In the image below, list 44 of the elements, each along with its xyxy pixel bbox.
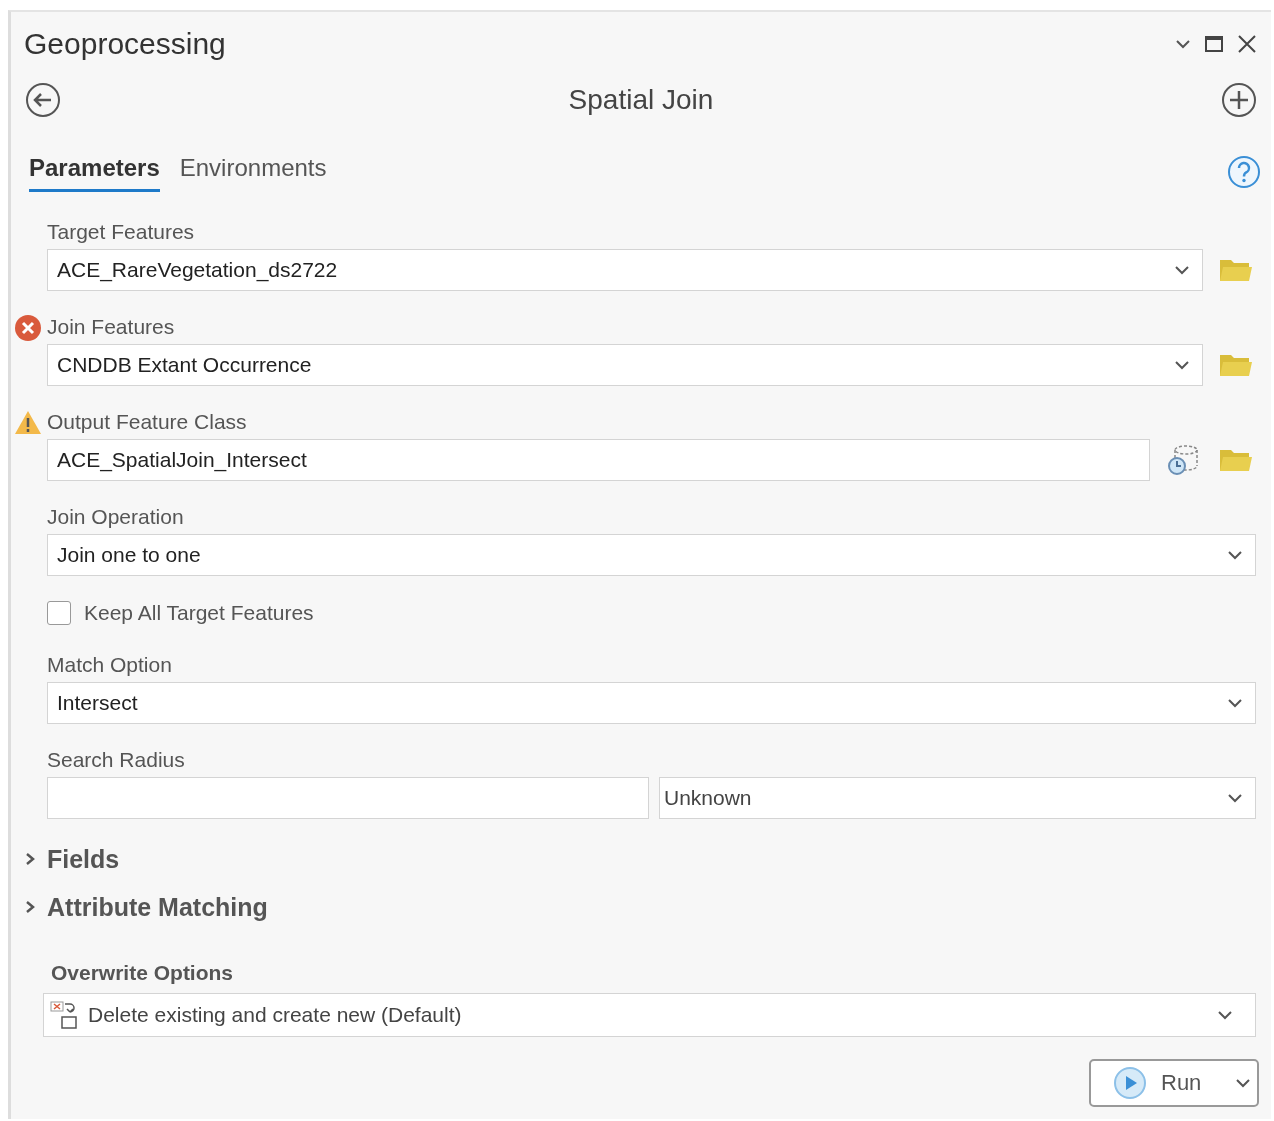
chevron-right-icon [25, 900, 35, 914]
input-field[interactable] [47, 777, 649, 819]
section-header[interactable]: Attribute Matching [25, 890, 268, 924]
dropdown-field[interactable]: Unknown [659, 777, 1256, 819]
parameter-label: Target Features [47, 219, 195, 245]
dropdown-field[interactable]: Join one to one [47, 534, 1256, 576]
parameter-label: Output Feature Class [47, 409, 247, 435]
parameter-label: Match Option [47, 652, 172, 678]
parameter-label: Join Operation [47, 504, 184, 530]
chevron-down-icon [1227, 793, 1243, 803]
dropdown-field[interactable]: ACE_RareVegetation_ds2722 [47, 249, 1203, 291]
chevron-down-icon [1217, 1010, 1233, 1020]
checkbox[interactable] [47, 601, 71, 625]
chevron-down-icon [1227, 698, 1243, 708]
collapse-icon [1175, 39, 1191, 49]
dropdown-field[interactable]: CNDDB Extant Occurrence [47, 344, 1203, 386]
add-icon[interactable] [1221, 82, 1257, 118]
folder-icon[interactable] [1219, 447, 1253, 473]
replace-icon [50, 1000, 78, 1030]
parameter-label: Join Features [47, 314, 175, 340]
dropdown-field[interactable]: Delete existing and create new (Default) [43, 993, 1256, 1037]
checkbox-label: Keep All Target Features [84, 601, 314, 625]
maximize-icon[interactable] [1205, 36, 1223, 52]
run-button[interactable]: Run [1089, 1059, 1259, 1107]
dropdown-field[interactable]: Intersect [47, 682, 1256, 724]
chevron-down-icon [1227, 550, 1243, 560]
chevron-right-icon [25, 852, 35, 866]
section-label: Overwrite Options [51, 961, 234, 985]
tab[interactable]: Parameters [29, 154, 160, 192]
tab[interactable]: Environments [179, 154, 327, 192]
folder-icon[interactable] [1219, 352, 1253, 378]
input-field[interactable]: ACE_SpatialJoin_Intersect [47, 439, 1150, 481]
chevron-down-icon [1174, 265, 1190, 275]
database-clock-icon[interactable] [1166, 443, 1200, 477]
close-icon[interactable] [1237, 34, 1257, 54]
parameter-label: Search Radius [47, 747, 185, 773]
window-title: Geoprocessing [24, 27, 227, 61]
tool-title: Spatial Join [567, 84, 715, 116]
chevron-down-icon [1235, 1078, 1251, 1088]
section-header[interactable]: Fields [25, 842, 120, 876]
play-icon [1113, 1066, 1147, 1100]
folder-icon[interactable] [1219, 257, 1253, 283]
help-icon[interactable] [1227, 155, 1261, 189]
chevron-down-icon [1174, 360, 1190, 370]
